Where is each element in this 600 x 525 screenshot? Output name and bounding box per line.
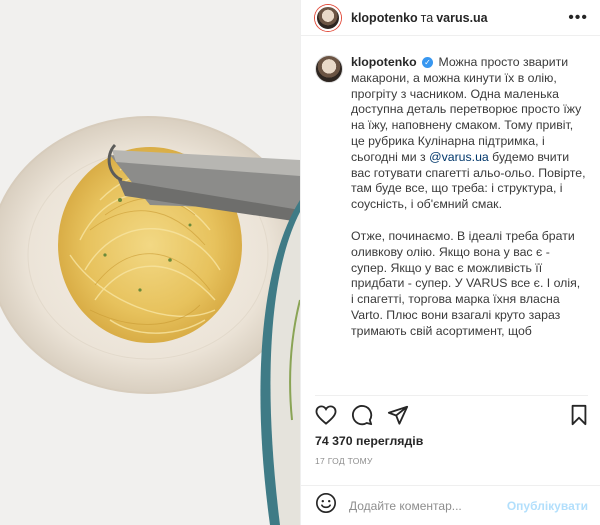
views-label: переглядів bbox=[356, 434, 424, 448]
header-connector: та bbox=[420, 10, 434, 25]
spaghetti-photo bbox=[0, 0, 300, 525]
partner-username-link[interactable]: varus.ua bbox=[436, 11, 487, 25]
action-bar bbox=[315, 395, 588, 428]
views-count[interactable]: 74 370 переглядів bbox=[315, 434, 423, 448]
more-options-icon[interactable]: ••• bbox=[568, 9, 588, 26]
caption-paragraph-1: klopotenko ✓ Можна просто зварити макаро… bbox=[351, 55, 586, 213]
comment-input[interactable] bbox=[347, 497, 507, 514]
smile-icon[interactable] bbox=[315, 492, 337, 519]
verified-badge-icon: ✓ bbox=[422, 57, 434, 68]
share-icon[interactable] bbox=[387, 404, 409, 426]
mention-link[interactable]: @varus.ua bbox=[429, 150, 489, 164]
comment-bar: Опублікувати bbox=[301, 485, 600, 525]
caption-avatar[interactable] bbox=[315, 55, 343, 83]
bookmark-icon[interactable] bbox=[570, 404, 588, 426]
header-text: klopotenko та varus.ua bbox=[351, 11, 488, 25]
caption-paragraph-2: Отже, починаємо. В ідеалі треба брати ол… bbox=[351, 228, 581, 338]
caption-section: klopotenko ✓ Можна просто зварити макаро… bbox=[315, 55, 586, 388]
caption-author-link[interactable]: klopotenko bbox=[351, 55, 417, 69]
post-header: klopotenko та varus.ua ••• bbox=[301, 0, 600, 36]
caption-text-before-mention: Можна просто зварити макарони, а можна к… bbox=[351, 55, 582, 164]
heart-icon[interactable] bbox=[315, 405, 337, 425]
post-timestamp[interactable]: 17 ГОД ТОМУ bbox=[315, 456, 373, 466]
publish-button[interactable]: Опублікувати bbox=[507, 499, 588, 513]
author-avatar[interactable] bbox=[315, 4, 341, 31]
comment-icon[interactable] bbox=[351, 404, 373, 426]
views-number: 74 370 bbox=[315, 434, 353, 448]
post-media[interactable] bbox=[0, 0, 300, 525]
author-username-link[interactable]: klopotenko bbox=[351, 11, 418, 25]
post-panel: klopotenko та varus.ua ••• klopotenko ✓ Мо… bbox=[300, 0, 600, 525]
caption-text: klopotenko ✓ Можна просто зварити макаро… bbox=[351, 55, 586, 388]
